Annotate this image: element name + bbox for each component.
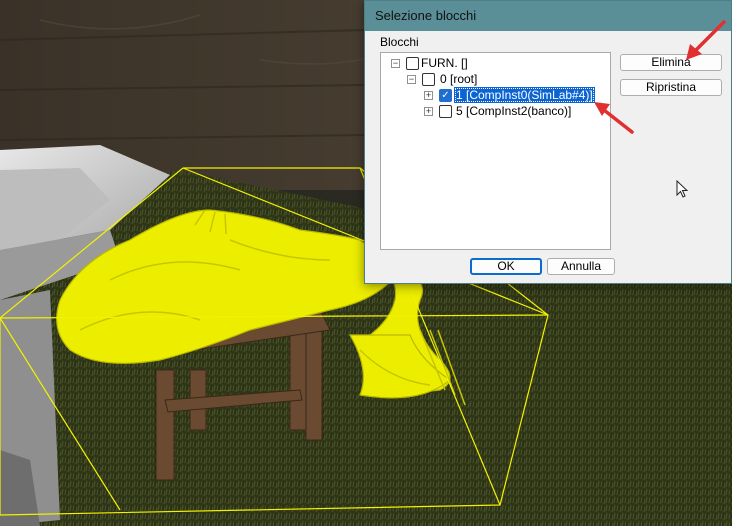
- tree-toggle-icon[interactable]: −: [407, 75, 416, 84]
- tree-toggle-icon[interactable]: −: [391, 59, 400, 68]
- tree-node-root[interactable]: − 0 [root]: [405, 71, 595, 87]
- tree-node-furn[interactable]: − FURN. []: [389, 55, 589, 71]
- checkbox-icon[interactable]: [422, 73, 435, 86]
- blocks-group-label: Blocchi: [380, 35, 419, 49]
- tree-node-label: 0 [root]: [440, 72, 478, 86]
- tree-toggle-icon[interactable]: +: [424, 107, 433, 116]
- dialog-title[interactable]: Selezione blocchi: [365, 1, 731, 31]
- checkbox-icon[interactable]: [406, 57, 419, 70]
- restore-button[interactable]: Ripristina: [620, 79, 722, 96]
- delete-button[interactable]: Elimina: [620, 54, 722, 71]
- block-selection-dialog: Selezione blocchi Blocchi − FURN. [] − 0…: [364, 0, 732, 284]
- tree-node-label: FURN. []: [421, 56, 468, 70]
- tree-node-compinst0[interactable]: + ✓ 1 [CompInst0(SimLab#4)]: [424, 87, 609, 103]
- tree-node-label-selected: 1 [CompInst0(SimLab#4)]: [454, 87, 595, 103]
- checkbox-checked-icon[interactable]: ✓: [439, 89, 452, 102]
- tree-toggle-icon[interactable]: +: [424, 91, 433, 100]
- blocks-tree[interactable]: − FURN. [] − 0 [root] + ✓ 1 [CompInst0(S…: [380, 52, 611, 250]
- ok-button[interactable]: OK: [470, 258, 542, 275]
- tree-node-label: 5 [CompInst2(banco)]: [456, 104, 572, 118]
- tree-node-compinst2[interactable]: + 5 [CompInst2(banco)]: [424, 103, 609, 119]
- cancel-button[interactable]: Annulla: [547, 258, 615, 275]
- mouse-pointer-icon: [676, 180, 689, 198]
- checkbox-icon[interactable]: [439, 105, 452, 118]
